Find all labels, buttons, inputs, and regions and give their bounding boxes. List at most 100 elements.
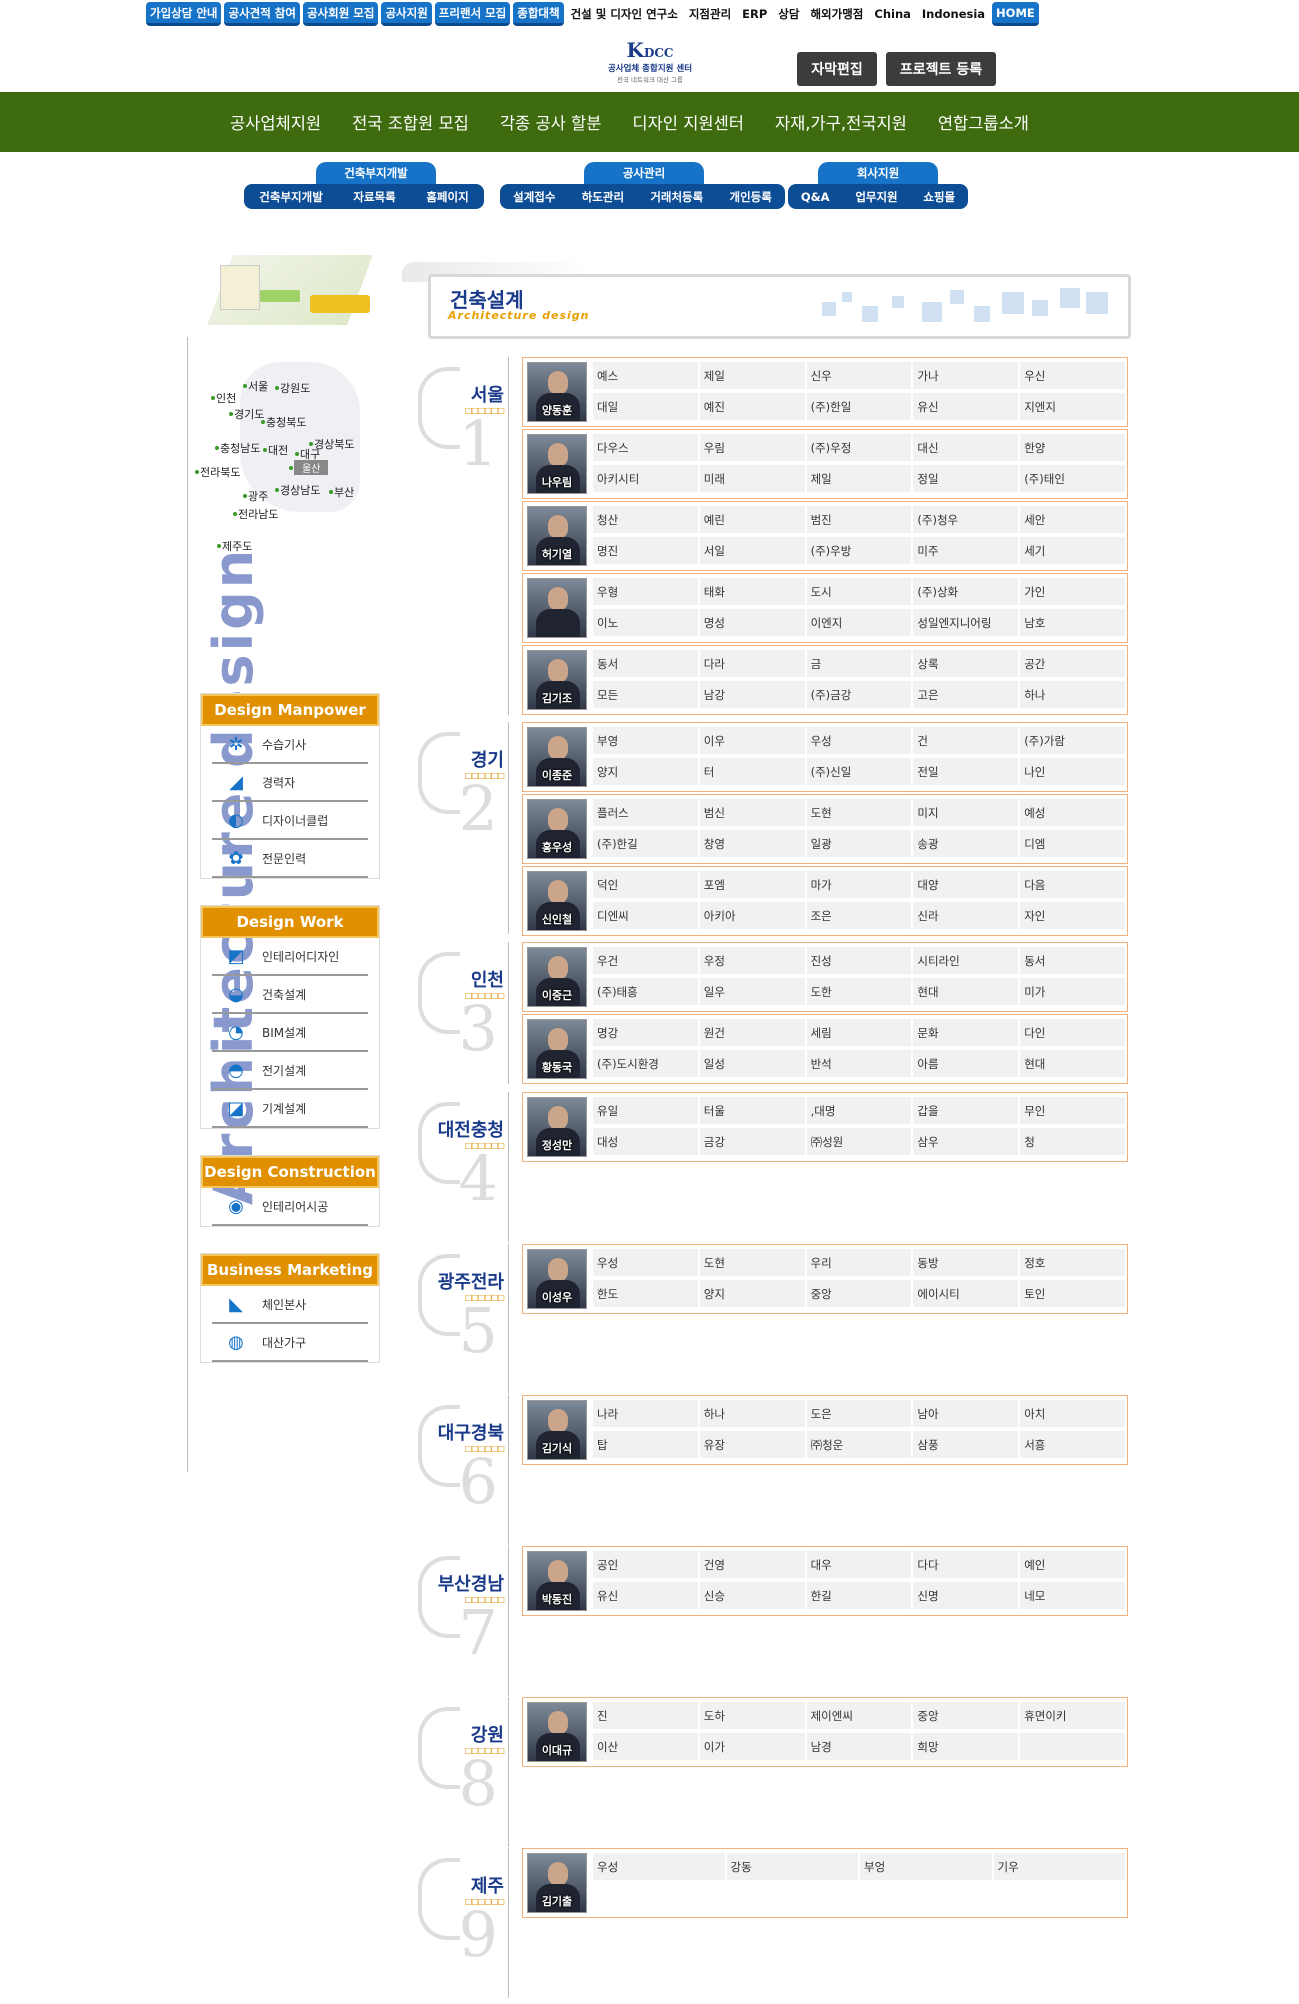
member-photo[interactable]: 나우림 [527,434,587,494]
company-cell[interactable]: 건 [913,727,1019,754]
region-label[interactable]: 3 인천 □□□□□□ [418,952,510,1065]
submenu-item[interactable]: 개인등록 [729,189,771,205]
company-cell[interactable]: 탑 [593,1431,698,1458]
main-menu-item[interactable]: 자재,가구,전국지원 [775,110,907,134]
company-cell[interactable]: 도은 [806,1400,912,1427]
company-cell[interactable]: 금강 [699,1128,805,1155]
company-cell[interactable]: 대일 [593,393,698,420]
top-nav-item[interactable]: 건설 및 디자인 연구소 [567,2,682,26]
side-box-item[interactable]: ◪ 기계설계 [212,1090,368,1128]
company-cell[interactable]: 예진 [699,393,805,420]
company-cell[interactable]: 아름 [913,1050,1019,1077]
submenu-title[interactable]: 공사관리 [584,162,704,184]
map-region-label[interactable]: 제주도 [222,538,252,554]
member-photo[interactable]: 김기출 [527,1853,587,1913]
submenu-item[interactable]: 쇼핑몰 [923,189,955,205]
company-cell[interactable]: (주)도시환경 [593,1050,698,1077]
company-cell[interactable]: 현대 [913,978,1019,1005]
company-cell[interactable]: 다인 [1020,1019,1125,1046]
submenu-item[interactable]: Q&A [801,190,830,204]
side-box-item[interactable]: ◉ 인테리어시공 [212,1188,368,1226]
company-cell[interactable]: 남호 [1020,609,1125,636]
map-region-label[interactable]: 인천 [216,390,236,406]
company-cell[interactable]: 도한 [806,978,912,1005]
top-nav-item[interactable]: HOME [992,2,1039,26]
company-cell[interactable]: 아치 [1020,1400,1125,1427]
company-cell[interactable]: 세림 [806,1019,912,1046]
company-cell[interactable]: 미주 [913,537,1019,564]
map-region-label[interactable]: 전라북도 [200,464,240,480]
member-photo[interactable]: 황동국 [527,1019,587,1079]
company-cell[interactable]: 디엠 [1020,830,1125,857]
company-cell[interactable]: 우성 [593,1249,698,1276]
company-cell[interactable]: 범신 [699,799,805,826]
company-cell[interactable]: 우리 [806,1249,912,1276]
company-cell[interactable]: 양지 [699,1280,805,1307]
company-cell[interactable]: 대성 [593,1128,698,1155]
company-cell[interactable]: 진성 [806,947,912,974]
company-cell[interactable]: 우신 [1020,362,1125,389]
company-cell[interactable]: ㈜성원 [806,1128,912,1155]
map-region-label[interactable]: 대전 [268,442,288,458]
main-menu-item[interactable]: 전국 조합원 모집 [352,110,469,134]
company-cell[interactable]: 양지 [593,758,698,785]
company-cell[interactable]: 미래 [699,465,805,492]
company-cell[interactable]: 성일엔지니어링 [913,609,1019,636]
company-cell[interactable]: 마가 [806,871,912,898]
company-cell[interactable]: 신라 [913,902,1019,929]
company-cell[interactable]: 미가 [1020,978,1125,1005]
company-cell[interactable]: 희망 [913,1733,1019,1760]
company-cell[interactable]: 중앙 [913,1702,1019,1729]
company-cell[interactable]: 세안 [1020,506,1125,533]
map-region-label[interactable]: 경기도 [234,406,264,422]
company-cell[interactable]: 가인 [1020,578,1125,605]
company-cell[interactable]: 플러스 [593,799,698,826]
company-cell[interactable]: 예린 [699,506,805,533]
company-cell[interactable]: 원건 [699,1019,805,1046]
member-photo[interactable]: 박동진 [527,1551,587,1611]
submenu-title[interactable]: 건축부지개발 [316,162,436,184]
company-cell[interactable]: (주)청우 [913,506,1019,533]
company-cell[interactable]: 시티라인 [913,947,1019,974]
company-cell[interactable]: 현대 [1020,1050,1125,1077]
top-nav-item[interactable]: ERP [738,2,771,26]
side-box-item[interactable]: ◔ BIM설계 [212,1014,368,1052]
company-cell[interactable]: 한길 [806,1582,912,1609]
company-cell[interactable]: 정일 [913,465,1019,492]
company-cell[interactable]: 청산 [593,506,698,533]
company-cell[interactable]: 금 [806,650,912,677]
company-cell[interactable]: (주)우방 [806,537,912,564]
region-label[interactable]: 1 서울 □□□□□□ [418,367,510,480]
submenu-item[interactable]: 설계접수 [513,189,555,205]
company-cell[interactable]: 이우 [699,727,805,754]
company-cell[interactable]: 우형 [593,578,698,605]
top-nav-item[interactable]: 공사지원 [381,2,432,26]
company-cell[interactable]: (주)태인 [1020,465,1125,492]
company-cell[interactable]: 예인 [1020,1551,1125,1578]
company-cell[interactable]: 남경 [806,1733,912,1760]
company-cell[interactable]: 우정 [699,947,805,974]
main-menu-item[interactable]: 공사업체지원 [230,110,321,134]
company-cell[interactable]: 고은 [913,681,1019,708]
company-cell[interactable]: 공간 [1020,650,1125,677]
member-photo[interactable]: 이성우 [527,1249,587,1309]
company-cell[interactable]: 디엔씨 [593,902,698,929]
side-box-item[interactable]: ◐ 디자이너클럽 [212,802,368,840]
company-cell[interactable]: 진 [593,1702,698,1729]
company-cell[interactable]: 터 [699,758,805,785]
member-photo[interactable]: 이대규 [527,1702,587,1762]
company-cell[interactable]: 건영 [699,1551,805,1578]
submenu-item[interactable]: 건축부지개발 [259,189,322,205]
company-cell[interactable]: 덕인 [593,871,698,898]
submenu-item[interactable]: 거래처등록 [650,189,703,205]
company-cell[interactable]: 우건 [593,947,698,974]
member-photo[interactable]: 허기열 [527,506,587,566]
company-cell[interactable]: 가나 [913,362,1019,389]
company-cell[interactable] [1020,1733,1125,1760]
project-register-button[interactable]: 프로젝트 등록 [886,52,996,86]
company-cell[interactable]: 삼풍 [913,1431,1019,1458]
company-cell[interactable]: 도현 [806,799,912,826]
company-cell[interactable]: 명진 [593,537,698,564]
map-region-label[interactable]: 부산 [334,484,354,500]
company-cell[interactable]: 미지 [913,799,1019,826]
